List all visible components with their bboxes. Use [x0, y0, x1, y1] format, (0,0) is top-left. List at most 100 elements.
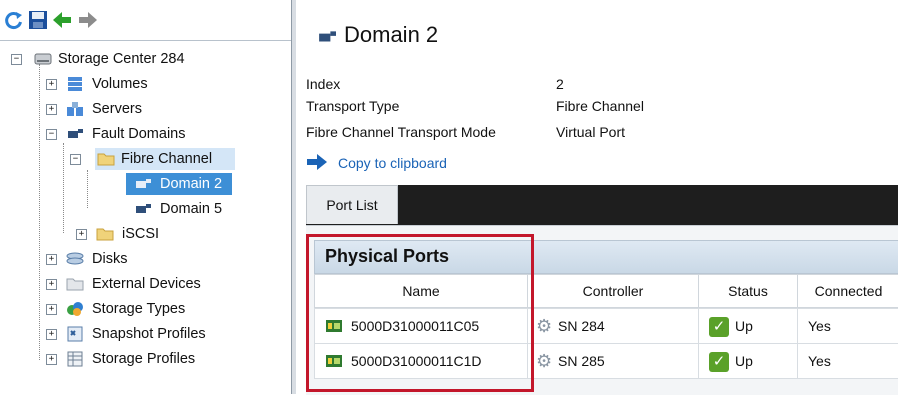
servers-icon: [67, 102, 83, 116]
property-label: Fibre Channel Transport Mode: [306, 124, 496, 140]
refresh-icon[interactable]: [4, 10, 24, 30]
tree-item-storage-profiles[interactable]: + Storage Profiles: [0, 348, 291, 370]
tree-item-storage-types[interactable]: + Storage Types: [0, 298, 291, 320]
volumes-icon: [68, 77, 82, 91]
tree-item-label: Volumes: [92, 76, 148, 92]
tree-root-storage-center[interactable]: − Storage Center 284: [0, 48, 291, 70]
connected-value: Yes: [808, 353, 831, 369]
check-icon: ✓: [709, 317, 729, 338]
snapshot-profiles-icon: [67, 326, 83, 342]
storage-types-icon: [67, 302, 83, 316]
tab-port-list[interactable]: Port List: [306, 185, 398, 224]
column-header-connected[interactable]: Connected: [797, 274, 898, 308]
property-value: Virtual Port: [556, 124, 625, 140]
property-value: 2: [556, 76, 564, 92]
expand-toggle[interactable]: +: [46, 354, 57, 365]
tree-item-fibre-channel[interactable]: − Fibre Channel: [70, 148, 235, 170]
tree-item-label: Disks: [92, 251, 128, 267]
expand-toggle[interactable]: +: [46, 304, 57, 315]
tree-item-label: Snapshot Profiles: [92, 326, 206, 342]
fault-domain-icon: [136, 179, 151, 188]
tree-item-domain-2[interactable]: Domain 2: [126, 173, 232, 195]
storage-center-icon: [34, 53, 52, 65]
collapse-toggle[interactable]: −: [11, 54, 22, 65]
folder-icon: [96, 228, 114, 241]
table-row-cell-status[interactable]: ✓ Up: [698, 308, 798, 344]
tree-item-domain-5[interactable]: Domain 5: [126, 198, 236, 220]
tree-item-label: Domain 2: [160, 176, 223, 192]
save-icon[interactable]: [28, 10, 48, 30]
tree-item-fault-domains[interactable]: − Fault Domains: [0, 123, 291, 145]
folder-icon: [66, 278, 84, 291]
connected-value: Yes: [808, 318, 831, 334]
table-row-cell-connected[interactable]: Yes: [797, 308, 898, 344]
expand-toggle[interactable]: +: [46, 329, 57, 340]
section-title: Physical Ports: [325, 246, 450, 266]
tree-item-servers[interactable]: + Servers: [0, 98, 291, 120]
expand-toggle[interactable]: +: [46, 279, 57, 290]
expand-toggle[interactable]: +: [46, 79, 57, 90]
table-row-cell-controller[interactable]: ⚙ SN 284: [527, 308, 699, 344]
toolbar: [0, 0, 291, 41]
copy-to-clipboard-link[interactable]: Copy to clipboard: [338, 152, 447, 174]
tree-item-label: Storage Types: [92, 301, 186, 317]
fc-port-icon: [326, 355, 342, 367]
table-row-cell-status[interactable]: ✓ Up: [698, 343, 798, 379]
status-up: ✓ Up: [709, 344, 753, 378]
table-row-cell-connected[interactable]: Yes: [797, 343, 898, 379]
fault-domain-icon: [319, 31, 336, 42]
port-list-panel: Physical Ports Name Controller Status Co…: [306, 225, 898, 395]
copy-arrow-icon[interactable]: [306, 153, 328, 171]
property-label: Index: [306, 76, 341, 92]
tree-connector: [63, 143, 64, 233]
tree-item-external-devices[interactable]: + External Devices: [0, 273, 291, 295]
tree-connector: [87, 170, 88, 208]
fault-domain-icon: [68, 129, 83, 138]
table-row-cell-controller[interactable]: ⚙ SN 285: [527, 343, 699, 379]
tree-item-volumes[interactable]: + Volumes: [0, 73, 291, 95]
tab-bar: Port List: [306, 185, 898, 225]
section-header: Physical Ports: [314, 240, 898, 274]
controller-name: SN 285: [558, 353, 605, 369]
column-header-controller[interactable]: Controller: [527, 274, 699, 308]
forward-arrow-icon[interactable]: [78, 10, 98, 30]
tree-item-label: Fibre Channel: [121, 151, 213, 167]
tree-item-label: Storage Profiles: [92, 351, 196, 367]
tree-item-label: Storage Center 284: [58, 51, 185, 67]
property-label: Transport Type: [306, 98, 400, 114]
table-row-cell-name[interactable]: 5000D31000011C1D: [314, 343, 528, 379]
fault-domain-icon: [136, 204, 151, 213]
column-header-name[interactable]: Name: [314, 274, 528, 308]
page-title: Domain 2: [344, 22, 439, 47]
fc-port-icon: [326, 320, 342, 332]
tree-item-label: Servers: [92, 101, 142, 117]
tree-item-snapshot-profiles[interactable]: + Snapshot Profiles: [0, 323, 291, 345]
tree-item-label: External Devices: [92, 276, 201, 292]
tree-item-label: Domain 5: [160, 201, 223, 217]
controller-gear-icon: ⚙: [536, 316, 553, 336]
collapse-toggle[interactable]: −: [70, 154, 81, 165]
table-row-cell-name[interactable]: 5000D31000011C05: [314, 308, 528, 344]
controller-name: SN 284: [558, 318, 605, 334]
check-icon: ✓: [709, 352, 729, 373]
tree-item-label: iSCSI: [122, 226, 160, 242]
back-arrow-icon[interactable]: [52, 10, 72, 30]
tree-item-iscsi[interactable]: + iSCSI: [0, 223, 291, 245]
collapse-toggle[interactable]: −: [46, 129, 57, 140]
controller-gear-icon: ⚙: [536, 351, 553, 371]
expand-toggle[interactable]: +: [46, 254, 57, 265]
port-name: 5000D31000011C05: [351, 318, 480, 334]
tree-item-disks[interactable]: + Disks: [0, 248, 291, 270]
property-value: Fibre Channel: [556, 98, 644, 114]
storage-profiles-icon: [67, 351, 83, 367]
expand-toggle[interactable]: +: [76, 229, 87, 240]
folder-icon: [97, 153, 115, 166]
expand-toggle[interactable]: +: [46, 104, 57, 115]
column-header-status[interactable]: Status: [698, 274, 798, 308]
navigation-pane: − Storage Center 284 + Volumes + Servers…: [0, 0, 292, 394]
port-name: 5000D31000011C1D: [351, 353, 482, 369]
disks-icon: [66, 252, 84, 265]
status-label: Up: [735, 318, 753, 334]
status-label: Up: [735, 353, 753, 369]
detail-pane: Domain 2 Index 2 Transport Type Fibre Ch…: [296, 0, 898, 395]
